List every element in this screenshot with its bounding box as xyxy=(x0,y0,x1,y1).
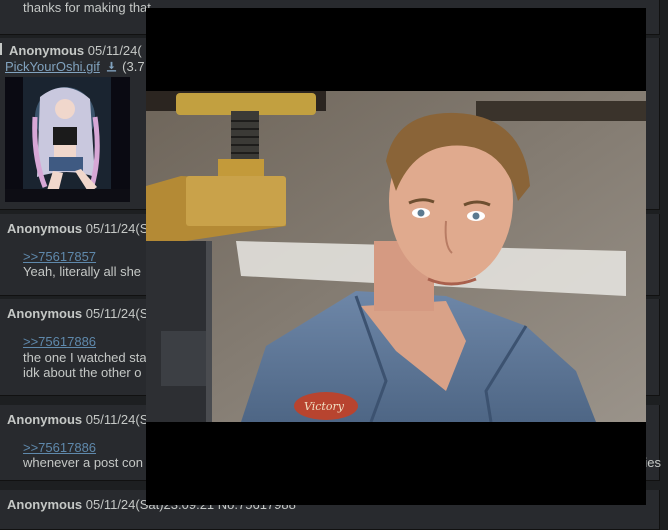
file-info: PickYourOshi.gif (3.7 xyxy=(5,59,145,74)
poster-name[interactable]: Anonymous xyxy=(7,221,82,236)
file-link[interactable]: PickYourOshi.gif xyxy=(5,59,100,74)
quote-link[interactable]: >>75617886 xyxy=(23,440,96,455)
download-icon[interactable] xyxy=(106,61,117,72)
garage-photo: Victory xyxy=(146,91,646,422)
quote-link[interactable]: >>75617886 xyxy=(23,334,96,349)
post-message-line: the one I watched sta xyxy=(23,350,147,365)
post-message: Yeah, literally all she xyxy=(23,264,142,279)
poster-name[interactable]: Anonymous xyxy=(9,43,84,58)
post-date: 05/11/24(S xyxy=(85,221,149,236)
poster-name[interactable]: Anonymous xyxy=(7,497,82,512)
post-header: Anonymous 05/11/24(S xyxy=(7,306,148,321)
post-header: Anonymous 05/11/24( xyxy=(9,43,142,58)
file-thumbnail[interactable] xyxy=(5,77,130,202)
post-marker xyxy=(0,43,2,55)
post-message: whenever a post con xyxy=(23,455,143,470)
post-date: 05/11/24(S xyxy=(85,306,149,321)
post-message: thanks for making that xyxy=(23,0,151,15)
post-message-line: idk about the other o xyxy=(23,365,142,380)
quote-link[interactable]: >>75617857 xyxy=(23,249,96,264)
file-size: (3.7 xyxy=(122,59,145,74)
preview-image: Victory xyxy=(146,91,646,422)
post-date: 05/11/24(S xyxy=(85,412,149,427)
post-header: Anonymous 05/11/24(S xyxy=(7,412,148,427)
poster-name[interactable]: Anonymous xyxy=(7,306,82,321)
anime-girl-thumbnail-image xyxy=(5,77,130,202)
poster-name[interactable]: Anonymous xyxy=(7,412,82,427)
image-hover-preview[interactable]: Victory xyxy=(146,8,646,505)
shirt-patch-text: Victory xyxy=(304,400,345,413)
post-header: Anonymous 05/11/24(S xyxy=(7,221,148,236)
post-date: 05/11/24( xyxy=(87,43,142,58)
